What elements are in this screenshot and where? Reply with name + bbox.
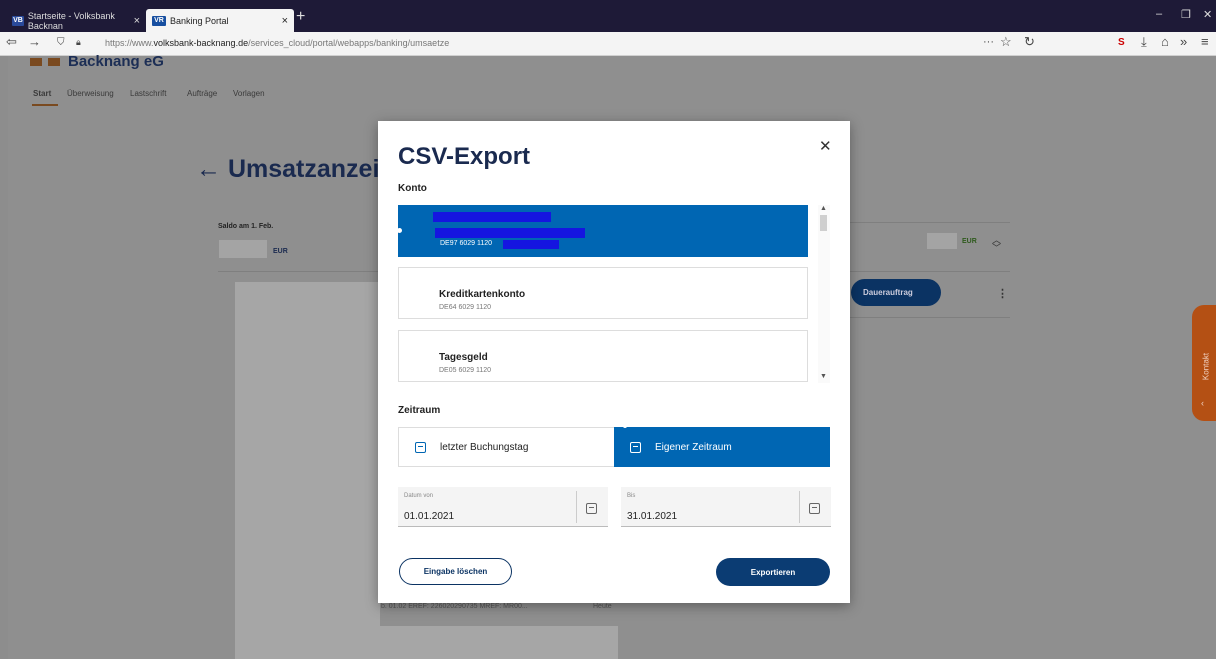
transaction-list-panel <box>380 626 618 659</box>
extension-icon[interactable]: S <box>1118 37 1125 48</box>
subnav-start[interactable]: Start <box>33 89 51 98</box>
volksbank-favicon: VR <box>152 15 166 26</box>
account-list-scrollbar[interactable]: ▲ ▼ <box>818 205 830 383</box>
calendar-icon[interactable] <box>809 503 820 514</box>
redacted-account-name <box>433 212 551 222</box>
saldo-currency: EUR <box>273 248 288 255</box>
chevron-left-icon: ‹ <box>1201 398 1204 408</box>
shield-icon[interactable]: ⛉ <box>57 37 65 48</box>
transaction-row-date: Heute <box>593 603 612 610</box>
transaction-row-text: b. 01.02 EREF: 226020290735 MREF: MR00..… <box>381 603 528 610</box>
subnav-auftraege[interactable]: Aufträge <box>187 89 217 98</box>
clear-input-button[interactable]: Eingabe löschen <box>399 558 512 585</box>
maximize-icon[interactable]: ❐ <box>1181 8 1191 21</box>
divider <box>218 271 378 272</box>
account-option-kreditkarte[interactable]: Kreditkartenkonto DE64 6029 1120 <box>398 267 808 319</box>
forward-icon[interactable]: → <box>28 34 41 49</box>
account-name: Tagesgeld <box>439 352 488 363</box>
option-label: letzter Buchungstag <box>440 441 529 453</box>
redacted-account-holder <box>435 228 585 238</box>
konto-label: Konto <box>398 183 427 194</box>
more-options-icon[interactable]: ⋮ <box>997 287 1008 300</box>
account-name: Kreditkartenkonto <box>439 289 526 300</box>
reload-icon[interactable]: ↻ <box>1024 34 1035 50</box>
tab-label: Startseite - Volksbank Backnan <box>27 10 115 31</box>
csv-export-dialog: CSV-Export ✕ Konto DE97 6029 1120 Kredit… <box>378 121 850 603</box>
field-divider <box>799 491 800 523</box>
volksbank-favicon: VB <box>12 15 24 26</box>
close-window-icon[interactable]: ✕ <box>1203 8 1212 21</box>
page-actions-icon[interactable]: ··· <box>983 36 994 48</box>
account-option-tagesgeld[interactable]: Tagesgeld DE05 6029 1120 <box>398 330 808 382</box>
export-button[interactable]: Exportieren <box>716 558 830 586</box>
option-eigener-zeitraum[interactable]: Eigener Zeitraum <box>614 427 830 467</box>
minimize-icon[interactable]: – <box>1156 8 1162 20</box>
calendar-icon[interactable] <box>586 503 597 514</box>
zeitraum-label: Zeitraum <box>398 405 441 416</box>
address-bar[interactable]: https://www.volksbank-backnang.de/servic… <box>105 38 449 48</box>
bookmark-star-icon[interactable]: ☆ <box>1000 34 1012 50</box>
date-from-field[interactable]: Datum von 01.01.2021 <box>398 487 608 527</box>
saldo-label: Saldo am 1. Feb. <box>218 223 274 230</box>
account-list[interactable]: DE97 6029 1120 Kreditkartenkonto DE64 60… <box>398 205 830 383</box>
bank-name: Backnang eG <box>68 53 164 70</box>
field-divider <box>576 491 577 523</box>
subnav-ueberweisung[interactable]: Überweisung <box>67 89 114 98</box>
account-iban: DE97 6029 1120 <box>440 240 493 247</box>
download-icon[interactable]: ⤓ <box>1141 34 1147 50</box>
option-letzter-buchungstag[interactable]: letzter Buchungstag <box>398 427 614 467</box>
close-tab-icon[interactable]: × <box>282 15 288 27</box>
browser-tab-bar: VB Startseite - Volksbank Backnan × VR B… <box>0 0 1216 32</box>
tab-label: Banking Portal <box>170 15 229 26</box>
url-domain: volksbank-backnang.de <box>153 38 249 48</box>
subnav-lastschrift[interactable]: Lastschrift <box>130 89 166 98</box>
dialog-title: CSV-Export <box>398 143 531 170</box>
bank-logo-part <box>48 58 60 66</box>
divider <box>850 271 1010 272</box>
menu-icon[interactable]: ≡ <box>1201 34 1209 49</box>
account-iban: DE05 6029 1120 <box>439 367 492 374</box>
calendar-icon <box>415 441 426 453</box>
account-option-selected[interactable]: DE97 6029 1120 <box>398 205 808 257</box>
selection-dot <box>623 424 627 428</box>
account-iban: DE64 6029 1120 <box>439 304 492 311</box>
browser-nav-bar: ⇦ → ⛉ 🔒︎ https://www.volksbank-backnang.… <box>0 32 1216 56</box>
date-from-value: 01.01.2021 <box>404 511 455 522</box>
balance-value-redacted <box>927 233 957 249</box>
home-icon[interactable]: ⌂ <box>1161 34 1169 49</box>
date-to-field[interactable]: Bis 31.01.2021 <box>621 487 831 527</box>
tab-banking-portal[interactable]: VR Banking Portal × <box>146 9 294 32</box>
balance-currency: EUR <box>962 238 977 245</box>
new-tab-icon[interactable]: + <box>296 8 305 26</box>
bank-logo <box>30 58 42 66</box>
redacted-iban-rest <box>503 240 559 249</box>
back-icon[interactable]: ⇦ <box>6 34 17 50</box>
date-from-label: Datum von <box>404 493 434 499</box>
divider <box>850 317 1010 318</box>
close-tab-icon[interactable]: × <box>134 15 140 27</box>
scroll-up-icon[interactable]: ▲ <box>820 205 827 212</box>
divider <box>850 222 1010 223</box>
date-to-label: Bis <box>627 493 636 499</box>
tab-startseite[interactable]: VB Startseite - Volksbank Backnan × <box>6 9 146 32</box>
url-prefix: https://www. <box>105 38 154 48</box>
scrollbar-thumb[interactable] <box>820 215 827 231</box>
sort-chevron-icon[interactable]: ︿ ﹀ <box>992 236 1001 253</box>
calendar-icon <box>630 441 641 453</box>
url-path: /services_cloud/portal/webapps/banking/u… <box>248 38 450 48</box>
active-tab-indicator <box>32 104 58 106</box>
transaction-list-panel <box>235 282 380 659</box>
scroll-down-icon[interactable]: ▼ <box>820 373 827 380</box>
option-label: Eigener Zeitraum <box>655 441 732 453</box>
page-title: ← Umsatzanzeige <box>196 155 409 183</box>
overflow-icon[interactable]: » <box>1180 34 1187 49</box>
kontakt-label: Kontakt <box>1201 352 1211 381</box>
saldo-value-redacted <box>219 240 267 258</box>
subnav-vorlagen[interactable]: Vorlagen <box>233 89 265 98</box>
dauerauftrag-button[interactable]: Dauerauftrag <box>851 279 941 306</box>
close-icon[interactable]: ✕ <box>819 137 832 155</box>
lock-icon[interactable]: 🔒︎ <box>76 37 81 48</box>
selection-dot <box>398 228 402 233</box>
date-to-value: 31.01.2021 <box>627 511 678 522</box>
